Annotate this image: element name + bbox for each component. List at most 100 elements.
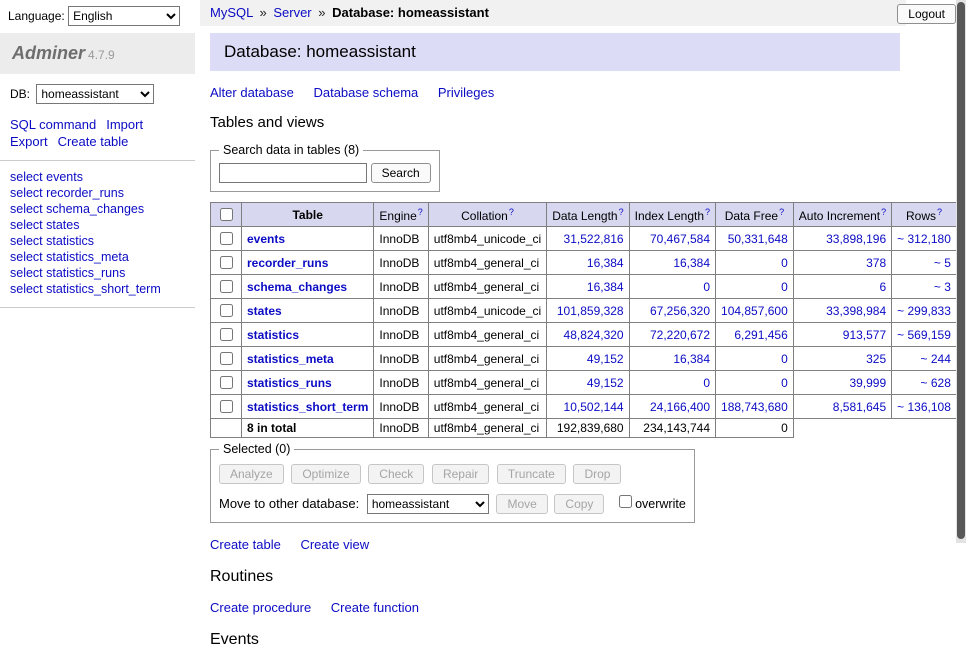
data-length-link[interactable]: 10,502,144 xyxy=(564,400,624,414)
sidebar-link-sql-command[interactable]: SQL command xyxy=(10,117,96,132)
index-length-link[interactable]: 0 xyxy=(703,376,710,390)
data-free-link[interactable]: 6,291,456 xyxy=(734,328,787,342)
index-length-link[interactable]: 0 xyxy=(703,280,710,294)
data-length-link[interactable]: 49,152 xyxy=(587,376,624,390)
auto-increment-link[interactable]: 6 xyxy=(879,280,886,294)
auto-increment-link[interactable]: 33,398,984 xyxy=(826,304,886,318)
vertical-scrollbar[interactable] xyxy=(956,0,966,543)
create-function-link[interactable]: Create function xyxy=(331,600,419,615)
db-select[interactable]: homeassistant xyxy=(36,84,154,104)
index-length-link[interactable]: 67,256,320 xyxy=(650,304,710,318)
create-table-link[interactable]: Create table xyxy=(210,537,281,552)
create-procedure-link[interactable]: Create procedure xyxy=(210,600,311,615)
sidebar-item-recorder-runs[interactable]: select recorder_runs xyxy=(10,185,185,201)
truncate-button[interactable]: Truncate xyxy=(497,464,566,484)
search-button[interactable]: Search xyxy=(371,163,431,183)
rows-link[interactable]: ~ 628 xyxy=(921,376,951,390)
row-checkbox[interactable] xyxy=(220,256,233,269)
index-length-link[interactable]: 70,467,584 xyxy=(650,232,710,246)
row-checkbox[interactable] xyxy=(220,304,233,317)
repair-button[interactable]: Repair xyxy=(432,464,489,484)
row-checkbox[interactable] xyxy=(220,352,233,365)
index-length-link[interactable]: 72,220,672 xyxy=(650,328,710,342)
data-free-link[interactable]: 0 xyxy=(781,352,788,366)
language-select[interactable]: English xyxy=(68,6,180,26)
auto-increment-help-link[interactable]: ? xyxy=(881,207,886,217)
data-free-link[interactable]: 0 xyxy=(781,280,788,294)
index-length-link[interactable]: 16,384 xyxy=(673,256,710,270)
copy-button[interactable]: Copy xyxy=(554,494,604,514)
check-button[interactable]: Check xyxy=(368,464,424,484)
table-link[interactable]: events xyxy=(247,232,285,246)
search-input[interactable] xyxy=(219,163,367,183)
data-length-link[interactable]: 31,522,816 xyxy=(564,232,624,246)
row-checkbox[interactable] xyxy=(220,400,233,413)
data-free-link[interactable]: 188,743,680 xyxy=(721,400,788,414)
scrollbar-thumb[interactable] xyxy=(957,2,965,539)
data-length-link[interactable]: 49,152 xyxy=(587,352,624,366)
overwrite-checkbox[interactable] xyxy=(619,495,632,508)
database-schema-link[interactable]: Database schema xyxy=(313,85,418,100)
table-link[interactable]: recorder_runs xyxy=(247,256,328,270)
table-link[interactable]: states xyxy=(247,304,282,318)
select-all-checkbox[interactable] xyxy=(220,208,233,221)
move-db-select[interactable]: homeassistant xyxy=(367,494,489,514)
sidebar-link-create-table[interactable]: Create table xyxy=(58,134,129,149)
alter-database-link[interactable]: Alter database xyxy=(210,85,294,100)
sidebar-item-states[interactable]: select states xyxy=(10,217,185,233)
rows-link[interactable]: ~ 244 xyxy=(921,352,951,366)
row-checkbox[interactable] xyxy=(220,232,233,245)
row-checkbox[interactable] xyxy=(220,376,233,389)
data-free-link[interactable]: 0 xyxy=(781,256,788,270)
rows-link[interactable]: ~ 569,159 xyxy=(897,328,951,342)
data-length-link[interactable]: 48,824,320 xyxy=(564,328,624,342)
rows-link[interactable]: ~ 136,108 xyxy=(897,400,951,414)
table-link[interactable]: statistics_runs xyxy=(247,376,332,390)
row-checkbox[interactable] xyxy=(220,328,233,341)
index-length-link[interactable]: 16,384 xyxy=(673,352,710,366)
sidebar-item-statistics-short-term[interactable]: select statistics_short_term xyxy=(10,281,185,297)
rows-link[interactable]: ~ 312,180 xyxy=(897,232,951,246)
sidebar-item-schema-changes[interactable]: select schema_changes xyxy=(10,201,185,217)
analyze-button[interactable]: Analyze xyxy=(219,464,284,484)
sidebar-link-export[interactable]: Export xyxy=(10,134,48,149)
data-length-link[interactable]: 101,859,328 xyxy=(557,304,624,318)
table-link[interactable]: schema_changes xyxy=(247,280,347,294)
data-free-link[interactable]: 50,331,648 xyxy=(728,232,788,246)
data-free-help-link[interactable]: ? xyxy=(779,207,784,217)
sidebar-link-import[interactable]: Import xyxy=(106,117,143,132)
optimize-button[interactable]: Optimize xyxy=(291,464,360,484)
index-length-link[interactable]: 24,166,400 xyxy=(650,400,710,414)
rows-help-link[interactable]: ? xyxy=(937,207,942,217)
rows-link[interactable]: ~ 3 xyxy=(934,280,951,294)
collation-help-link[interactable]: ? xyxy=(509,207,514,217)
auto-increment-link[interactable]: 913,577 xyxy=(843,328,886,342)
auto-increment-link[interactable]: 39,999 xyxy=(849,376,886,390)
rows-link[interactable]: ~ 5 xyxy=(934,256,951,270)
sidebar-item-statistics-runs[interactable]: select statistics_runs xyxy=(10,265,185,281)
index-length-help-link[interactable]: ? xyxy=(705,207,710,217)
auto-increment-link[interactable]: 325 xyxy=(866,352,886,366)
row-checkbox[interactable] xyxy=(220,280,233,293)
data-free-link[interactable]: 0 xyxy=(781,376,788,390)
data-length-link[interactable]: 16,384 xyxy=(587,280,624,294)
engine-help-link[interactable]: ? xyxy=(418,207,423,217)
auto-increment-link[interactable]: 33,898,196 xyxy=(826,232,886,246)
privileges-link[interactable]: Privileges xyxy=(438,85,494,100)
auto-increment-link[interactable]: 8,581,645 xyxy=(833,400,886,414)
logout-button[interactable]: Logout xyxy=(897,4,956,24)
data-length-help-link[interactable]: ? xyxy=(619,207,624,217)
move-button[interactable]: Move xyxy=(496,494,547,514)
rows-link[interactable]: ~ 299,833 xyxy=(897,304,951,318)
sidebar-item-statistics[interactable]: select statistics xyxy=(10,233,185,249)
table-link[interactable]: statistics xyxy=(247,328,299,342)
data-length-link[interactable]: 16,384 xyxy=(587,256,624,270)
create-view-link[interactable]: Create view xyxy=(300,537,369,552)
data-free-link[interactable]: 104,857,600 xyxy=(721,304,788,318)
sidebar-item-events[interactable]: select events xyxy=(10,169,185,185)
breadcrumb-server-link[interactable]: Server xyxy=(273,5,311,20)
auto-increment-link[interactable]: 378 xyxy=(866,256,886,270)
table-link[interactable]: statistics_meta xyxy=(247,352,334,366)
sidebar-item-statistics-meta[interactable]: select statistics_meta xyxy=(10,249,185,265)
drop-button[interactable]: Drop xyxy=(573,464,621,484)
